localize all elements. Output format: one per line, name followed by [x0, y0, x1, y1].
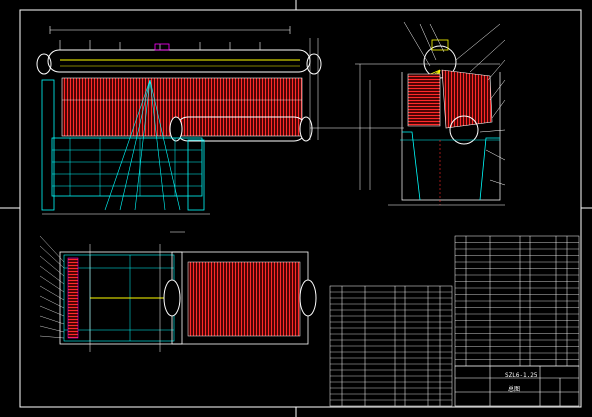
parts-list-right-rows — [455, 242, 579, 360]
parts-list-left-rows — [330, 291, 452, 401]
upper-drum — [47, 49, 311, 73]
cad-drawing-canvas — [0, 0, 592, 417]
drawing-frame — [0, 0, 592, 417]
plan-view — [39, 231, 317, 352]
title-block-name: 总图 — [508, 386, 521, 393]
side-elevation-view — [355, 21, 506, 206]
title-block-model: SZL6-1.25 — [505, 372, 538, 379]
plan-tube-bank — [187, 261, 301, 337]
front-elevation-view — [36, 26, 404, 215]
